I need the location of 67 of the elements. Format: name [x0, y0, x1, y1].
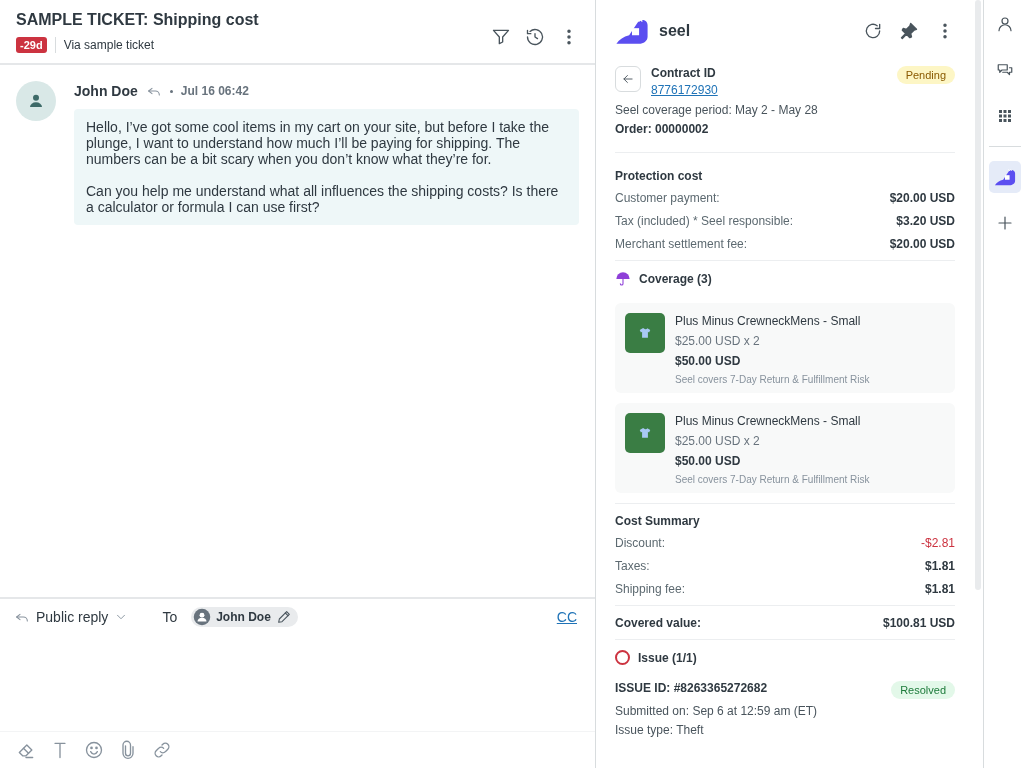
row-value: $20.00 USD	[889, 191, 955, 205]
product-total: $50.00 USD	[675, 454, 742, 468]
row-value: $3.20 USD	[896, 214, 955, 228]
arrow-left-icon	[621, 72, 635, 86]
issue-detail: Submitted on: Sep 6 at 12:59 am (ET)	[615, 704, 819, 718]
row-value: $20.00 USD	[889, 237, 955, 251]
row-label: Shipping fee:	[615, 582, 686, 596]
issue-detail: Issue type: Theft	[615, 723, 705, 737]
row-label: Customer payment:	[615, 191, 720, 205]
seal-logo-icon	[994, 166, 1016, 188]
issue-id: ISSUE ID: #8263365272682	[615, 681, 768, 695]
row-value: $1.81	[924, 559, 955, 573]
link-icon[interactable]	[152, 740, 172, 760]
message-text: Hello, I’ve got some cool items in my cart on your site, but before I take the plunge, I want to understand how much I’ll be paying for shipping. The numbers can be a bit scary when you don’t know what they’re for.	[86, 119, 550, 167]
product-total: $50.00 USD	[675, 354, 742, 368]
shirt-icon	[638, 326, 652, 340]
message-time: Jul 16 06:42	[180, 84, 249, 98]
row-label: Tax (included) * Seel responsible:	[615, 214, 794, 228]
cc-link[interactable]: CC	[556, 609, 577, 625]
emoji-icon[interactable]	[84, 740, 104, 760]
history-icon[interactable]	[525, 27, 545, 47]
total-value: $100.81 USD	[882, 616, 955, 630]
section-title: Protection cost	[615, 169, 704, 183]
coverage-note: Seel covers 7-Day Return & Fulfillment Risk	[675, 374, 870, 385]
row-label: Discount:	[615, 536, 666, 550]
to-label: To	[162, 609, 178, 625]
avatar-icon	[193, 608, 212, 626]
row-label: Taxes:	[615, 559, 650, 573]
age-badge: -29d	[16, 37, 47, 53]
section-title: Cost Summary	[615, 514, 701, 528]
row-label: Merchant settlement fee:	[615, 237, 748, 251]
reply-mode-dropdown[interactable]: Public reply	[14, 609, 129, 625]
separator-dot	[169, 89, 173, 93]
section-title: Issue (1/1)	[638, 650, 697, 665]
app-name: seel	[659, 22, 691, 40]
umbrella-icon	[615, 271, 631, 287]
pencil-icon[interactable]	[275, 609, 292, 625]
coverage-note: Seel covers 7-Day Return & Fulfillment Risk	[675, 474, 870, 485]
unit-price: $25.00 USD x 2	[675, 434, 761, 448]
person-icon	[996, 15, 1014, 33]
apps-grid-icon	[996, 107, 1014, 125]
recipient-chip[interactable]: John Doe	[191, 607, 298, 627]
avatar-icon	[16, 81, 56, 121]
product-name: Plus Minus CrewneckMens - Small	[675, 314, 862, 328]
status-badge: Resolved	[891, 681, 955, 699]
rail-button[interactable]	[989, 161, 1021, 193]
unit-price: $25.00 USD x 2	[675, 334, 761, 348]
section-title: Coverage (3)	[639, 272, 712, 286]
message-text: Can you help me understand what all influences the shipping costs? Is there a calculator or formula I can use first?	[86, 183, 560, 215]
contract-id-link[interactable]: 8776172930	[651, 83, 718, 97]
order-number: Order: 00000002	[615, 122, 710, 136]
status-badge: Pending	[896, 66, 955, 84]
row-value: $1.81	[924, 582, 955, 596]
author-name: John Doe	[74, 83, 138, 99]
add-icon	[996, 214, 1014, 232]
contract-label: Contract ID	[651, 66, 717, 80]
channel-label: Via sample ticket	[63, 38, 155, 52]
row-value: -$2.81	[920, 536, 955, 550]
coverage-period: Seel coverage period: May 2 - May 28	[615, 103, 819, 117]
ring-icon	[615, 650, 630, 665]
shirt-icon	[638, 426, 652, 440]
pin-icon[interactable]	[899, 21, 919, 41]
total-label: Covered value:	[615, 616, 702, 630]
filter-icon[interactable]	[491, 27, 511, 47]
product-name: Plus Minus CrewneckMens - Small	[675, 414, 862, 428]
ticket-title: SAMPLE TICKET: Shipping cost	[16, 11, 259, 29]
refresh-icon[interactable]	[863, 21, 883, 41]
